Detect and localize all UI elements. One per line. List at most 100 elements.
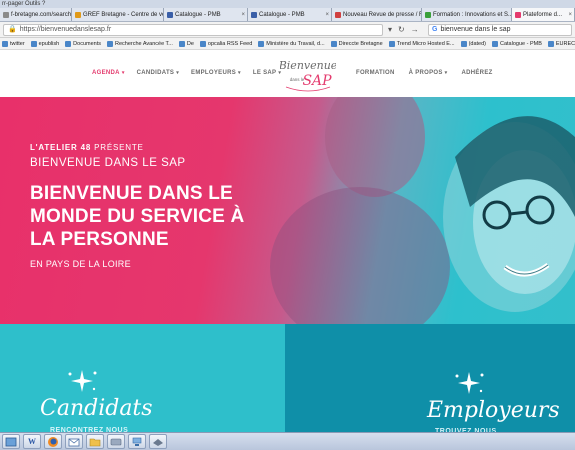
bookmark-label: epublish <box>38 40 60 47</box>
nav-item-candidats[interactable]: CANDIDATS ▾ <box>137 70 179 76</box>
close-tab-icon[interactable]: × <box>568 8 574 21</box>
employeurs-title[interactable]: Employeurs <box>427 398 560 423</box>
tab-label: GREF Bretagne - Centre de ve... <box>83 12 164 18</box>
bookmark-item[interactable]: twitter <box>2 38 25 49</box>
nav-item-label: CANDIDATS <box>136 70 175 76</box>
nav-item--propos[interactable]: À PROPOS ▾ <box>409 70 448 76</box>
nav-item-label: FORMATION <box>356 70 395 76</box>
bookmark-label: Trend Micro Hosted E... <box>396 40 455 47</box>
bookmark-item[interactable]: Trend Micro Hosted E... <box>388 38 455 49</box>
bookmark-label: twitter <box>10 40 25 47</box>
tab-label: Catalogue - PMB <box>175 12 221 18</box>
bookmark-favicon-icon <box>30 40 37 47</box>
logo-line-1: Bienvenue <box>280 59 336 72</box>
bookmark-label: Direccte Bretagne <box>338 40 383 47</box>
tab-favicon-icon <box>425 12 431 18</box>
tab-favicon-icon <box>75 12 81 18</box>
site-header: AGENDA ▾ CANDIDATS ▾ EMPLOYEURS ▾ LE SAP ▾ Bien… <box>0 50 575 97</box>
close-tab-icon[interactable]: × <box>325 8 331 21</box>
nav-item-employeurs[interactable]: EMPLOYEURS ▾ <box>191 70 241 76</box>
bookmark-item[interactable]: EURECIA / ENTREZ DA... <box>547 38 575 49</box>
bookmark-favicon-icon <box>199 40 206 47</box>
bookmark-favicon-icon <box>547 40 554 47</box>
firefox-icon[interactable] <box>44 434 62 449</box>
browser-tab[interactable]: Catalogue - PMB × <box>248 8 332 21</box>
bookmark-item[interactable]: Documents <box>65 38 101 49</box>
sparkle-icon <box>68 370 97 392</box>
tab-label: Plateforme d... <box>523 12 563 18</box>
sparkle-icon <box>455 372 484 394</box>
close-tab-icon[interactable]: × <box>241 8 247 21</box>
hero-headline: BIENVENUE DANS LE MONDE DU SERVICE À LA … <box>30 182 244 251</box>
disk-icon[interactable] <box>107 434 125 449</box>
network-icon[interactable] <box>128 434 146 449</box>
candidats-title[interactable]: Candidats <box>40 396 153 421</box>
candidats-panel[interactable]: Candidats RENCONTREZ NOUS <box>0 324 285 436</box>
app-icon[interactable] <box>149 434 167 449</box>
nav-item-agenda[interactable]: AGENDA ▾ <box>92 70 125 76</box>
nav-item-label: ADHÉREZ <box>461 70 493 76</box>
nav-item-le-sap[interactable]: LE SAP ▾ <box>253 70 281 76</box>
word-icon[interactable]: W <box>23 434 41 449</box>
tab-favicon-icon <box>335 12 341 18</box>
nav-item-label: AGENDA <box>92 70 120 76</box>
tab-label: Formation : Innovations et S... <box>433 12 512 18</box>
bookmark-item[interactable]: De <box>178 38 194 49</box>
bookmark-label: EURECIA / ENTREZ DA... <box>555 40 575 47</box>
bookmark-item[interactable]: Ministère du Travail, d... <box>258 38 325 49</box>
search-engine-icon: G <box>432 26 438 33</box>
reload-icon[interactable]: ↻ <box>398 25 405 34</box>
site-logo[interactable]: Bienvenue dans le SAP <box>280 54 336 94</box>
bookmark-item[interactable]: Direccte Bretagne <box>330 38 383 49</box>
tab-list: f-bretagne.com/search?s=...×GREF Bretagn… <box>0 8 575 21</box>
bookmark-item[interactable]: (dated) <box>460 38 486 49</box>
bookmark-label: Documents <box>73 40 101 47</box>
tab-label: Catalogue - PMB <box>259 12 305 18</box>
nav-item-formation[interactable]: FORMATION <box>356 70 395 76</box>
logo-line-3: SAP <box>302 73 332 89</box>
hero-kicker: L'ATELIER 48 PRÉSENTE <box>30 143 244 152</box>
employeurs-panel[interactable]: Employeurs TROUVEZ NOUS <box>285 324 575 436</box>
hero-kicker-bold: L'ATELIER 48 <box>30 143 92 152</box>
hero-region: EN PAYS DE LA LOIRE <box>30 259 131 269</box>
hero-subtitle: BIENVENUE DANS LE SAP <box>30 157 186 169</box>
address-bar[interactable]: 🔒 https://bienvenuedanslesap.fr <box>3 24 383 36</box>
nav-item-label: À PROPOS <box>408 70 443 76</box>
tab-favicon-icon <box>251 12 257 18</box>
mail-icon[interactable] <box>65 434 83 449</box>
forward-icon[interactable]: → <box>411 25 419 34</box>
hero-headline-line: LA PERSONNE <box>30 229 169 250</box>
nav-item-label: EMPLOYEURS <box>191 70 237 76</box>
hero-headline-line: BIENVENUE DANS LE <box>30 183 233 204</box>
bookmark-label: (dated) <box>468 40 486 47</box>
browser-tab[interactable]: Catalogue - PMB × <box>164 8 248 21</box>
browser-tab[interactable]: f-bretagne.com/search?s=...× <box>0 8 72 21</box>
windows-explorer-icon[interactable] <box>2 434 20 449</box>
lock-icon: 🔒 <box>8 26 17 33</box>
hero-headline-line: MONDE DU SERVICE À <box>30 206 245 227</box>
bookmark-favicon-icon <box>178 40 185 47</box>
bookmark-favicon-icon <box>492 40 498 47</box>
tab-favicon-icon <box>167 12 173 18</box>
bookmark-item[interactable]: Recherche Avancée T... <box>107 38 173 49</box>
bookmark-favicon-icon <box>2 40 8 47</box>
tab-favicon-icon <box>3 12 9 18</box>
nav-item-adh-rez[interactable]: ADHÉREZ <box>461 70 492 76</box>
browser-tab[interactable]: Formation : Innovations et S...× <box>422 8 512 21</box>
dropdown-icon[interactable]: ▾ <box>388 25 392 34</box>
browser-tab[interactable]: GREF Bretagne - Centre de ve...× <box>72 8 164 21</box>
bookmark-label: opcalia RSS Feed <box>207 40 253 47</box>
address-text: https://bienvenuedanslesap.fr <box>19 26 112 33</box>
folder-icon[interactable] <box>86 434 104 449</box>
search-input[interactable]: G bienvenue dans le sap <box>428 24 572 36</box>
tab-label: f-bretagne.com/search?s=... <box>11 12 72 18</box>
bookmark-item[interactable]: Catalogue - PMB <box>492 38 542 49</box>
navigation-bar: 🔒 https://bienvenuedanslesap.fr ▾ ↻ → G … <box>0 22 575 38</box>
browser-tab[interactable]: Nouveau Revue de presse / R...× <box>332 8 422 21</box>
hero-text: L'ATELIER 48 PRÉSENTE BIENVENUE DANS LE … <box>30 143 244 269</box>
chevron-down-icon: ▾ <box>121 70 125 76</box>
browser-tab[interactable]: Plateforme d... × <box>512 8 575 21</box>
bookmark-item[interactable]: opcalia RSS Feed <box>199 38 253 49</box>
bookmark-item[interactable]: epublish <box>30 38 60 49</box>
browser-tab-bar: rr-pager Outils ? f-bretagne.com/search?… <box>0 0 575 22</box>
